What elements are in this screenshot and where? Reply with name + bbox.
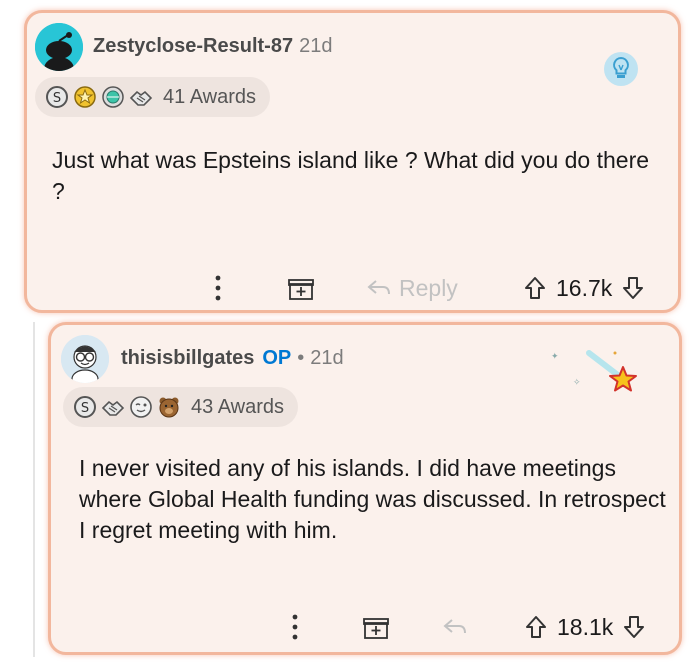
comment-card: Zestyclose-Result-87 21d S 41 Awards Jus… <box>24 10 681 313</box>
comment-actions: Reply 16.7k <box>27 270 678 306</box>
reply-arrow-icon <box>443 619 466 634</box>
separator-dot: • <box>297 347 305 369</box>
avatar[interactable] <box>35 23 83 71</box>
vote-score: 16.7k <box>556 274 613 301</box>
awards-count: 43 Awards <box>191 395 285 418</box>
reply-label: Reply <box>399 274 458 301</box>
downvote-icon[interactable] <box>622 276 644 300</box>
wink-face-award-icon <box>129 395 153 419</box>
give-award-button[interactable] <box>362 609 390 645</box>
comment-header: thisisbillgates OP • 21d <box>121 347 344 370</box>
vote-controls: 16.7k <box>524 270 644 306</box>
silver-award-icon: S <box>45 85 69 109</box>
username[interactable]: thisisbillgates <box>121 347 254 370</box>
silver-award-icon: S <box>73 395 97 419</box>
avatar[interactable] <box>61 335 109 383</box>
upvote-icon[interactable] <box>525 615 547 639</box>
comment-age: 21d <box>310 347 344 369</box>
op-badge: OP <box>262 347 292 369</box>
upvote-icon[interactable] <box>524 276 546 300</box>
comment-card: thisisbillgates OP • 21d ✦ ✧ S 43 Awards… <box>48 322 682 655</box>
username[interactable]: Zestyclose-Result-87 <box>93 35 293 58</box>
svg-text:S: S <box>53 91 61 106</box>
svg-text:S: S <box>81 401 89 416</box>
shooting-star-icon: ✦ ✧ <box>543 345 639 406</box>
comment-age: 21d <box>299 35 333 57</box>
give-award-button[interactable] <box>287 270 315 306</box>
more-options-button[interactable] <box>213 270 223 306</box>
comment-body: Just what was Epsteins island like ? Wha… <box>52 147 650 204</box>
gift-icon <box>288 279 314 300</box>
reply-button[interactable]: Reply <box>367 270 458 306</box>
comment-body: I never visited any of his islands. I di… <box>79 455 666 543</box>
awards-bar[interactable]: S 43 Awards <box>63 387 299 427</box>
svg-text:✧: ✧ <box>573 378 581 388</box>
reply-arrow-icon <box>367 280 390 295</box>
awards-count: 41 Awards <box>163 85 257 108</box>
comment-header: Zestyclose-Result-87 21d <box>93 35 332 58</box>
gift-icon <box>363 618 389 639</box>
downvote-icon[interactable] <box>623 615 645 639</box>
handshake-award-icon <box>129 85 153 109</box>
vote-score: 18.1k <box>557 613 614 640</box>
svg-text:✦: ✦ <box>551 352 559 362</box>
gold-star-award-icon <box>73 85 97 109</box>
more-options-button[interactable] <box>290 609 300 645</box>
lightbulb-icon <box>603 51 639 92</box>
vote-controls: 18.1k <box>525 609 645 645</box>
awards-bar[interactable]: S 41 Awards <box>35 77 271 117</box>
reply-button[interactable] <box>443 609 467 645</box>
handshake-award-icon <box>101 395 125 419</box>
thread-line <box>33 322 35 657</box>
globe-award-icon <box>101 85 125 109</box>
bear-award-icon <box>157 395 181 419</box>
comment-actions: 18.1k <box>51 609 679 645</box>
